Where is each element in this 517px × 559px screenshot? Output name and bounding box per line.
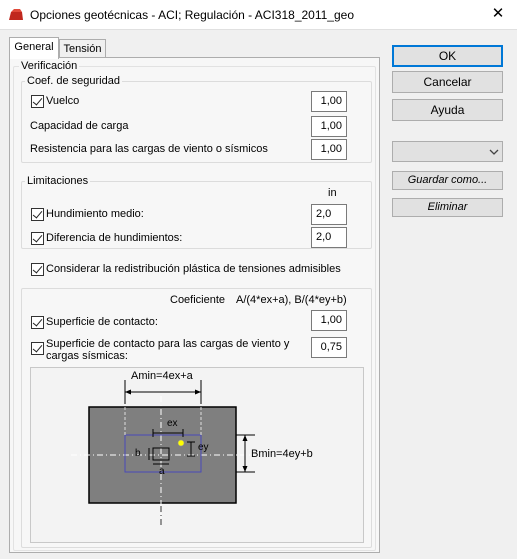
- tab-tension[interactable]: Tensión: [59, 39, 106, 59]
- vuelco-field[interactable]: 1,00: [311, 91, 347, 112]
- verificacion-label: Verificación: [19, 60, 80, 72]
- ok-button[interactable]: OK: [392, 45, 503, 67]
- limitaciones-label: Limitaciones: [25, 175, 91, 187]
- coef-label: Coef. de seguridad: [25, 75, 122, 87]
- superficie-viento-checkbox[interactable]: [31, 342, 44, 355]
- redistribucion-label: Considerar la redistribución plástica de…: [46, 263, 341, 275]
- ex-label: ex: [167, 418, 178, 429]
- hundimiento-field[interactable]: 2,0: [311, 204, 347, 225]
- a-label: a: [159, 466, 165, 477]
- title-bar: Opciones geotécnicas - ACI; Regulación -…: [0, 0, 517, 30]
- hundimiento-checkbox[interactable]: [31, 208, 44, 221]
- ayuda-button[interactable]: Ayuda: [392, 99, 503, 121]
- superficie-field[interactable]: 1,00: [311, 310, 347, 331]
- preset-combo[interactable]: [392, 141, 503, 162]
- footing-diagram: Amin=4ex+a Bmin=4ey+b ex ey b a: [30, 367, 364, 543]
- bmin-label: Bmin=4ey+b: [251, 448, 313, 460]
- app-icon: [9, 9, 23, 20]
- resistencia-label: Resistencia para las cargas de viento o …: [30, 143, 268, 155]
- coeficiente-label: Coeficiente: [170, 294, 226, 306]
- window-title: Opciones geotécnicas - ACI; Regulación -…: [30, 8, 354, 22]
- guardar-como-button[interactable]: Guardar como...: [392, 171, 503, 190]
- vuelco-checkbox[interactable]: [31, 95, 44, 108]
- tab-general[interactable]: General: [9, 37, 59, 59]
- limitaciones-unit: in: [328, 187, 337, 199]
- diferencia-checkbox[interactable]: [31, 232, 44, 245]
- capacidad-field[interactable]: 1,00: [311, 116, 347, 137]
- diferencia-field[interactable]: 2,0: [311, 227, 347, 248]
- ey-label: ey: [198, 442, 209, 453]
- vuelco-label: Vuelco: [46, 95, 80, 107]
- superficie-viento-label: Superficie de contacto para las cargas d…: [46, 338, 290, 362]
- chevron-down-icon: [489, 149, 499, 155]
- superficie-checkbox[interactable]: [31, 316, 44, 329]
- redistribucion-checkbox[interactable]: [31, 263, 44, 276]
- amin-label: Amin=4ex+a: [131, 370, 193, 382]
- superficie-viento-field[interactable]: 0,75: [311, 337, 347, 358]
- diferencia-label: Diferencia de hundimientos:: [46, 232, 183, 244]
- eliminar-button[interactable]: Eliminar: [392, 198, 503, 217]
- close-icon[interactable]: ✕: [486, 3, 510, 25]
- cancelar-button[interactable]: Cancelar: [392, 71, 503, 93]
- footing-diagram-svg: [71, 380, 255, 526]
- resistencia-field[interactable]: 1,00: [311, 139, 347, 160]
- coeficiente-formula: A/(4*ex+a), B/(4*ey+b): [236, 294, 347, 306]
- superficie-label: Superficie de contacto:: [46, 316, 158, 328]
- b-label: b: [135, 448, 141, 459]
- hundimiento-label: Hundimiento medio:: [46, 208, 144, 220]
- capacidad-label: Capacidad de carga: [30, 120, 129, 132]
